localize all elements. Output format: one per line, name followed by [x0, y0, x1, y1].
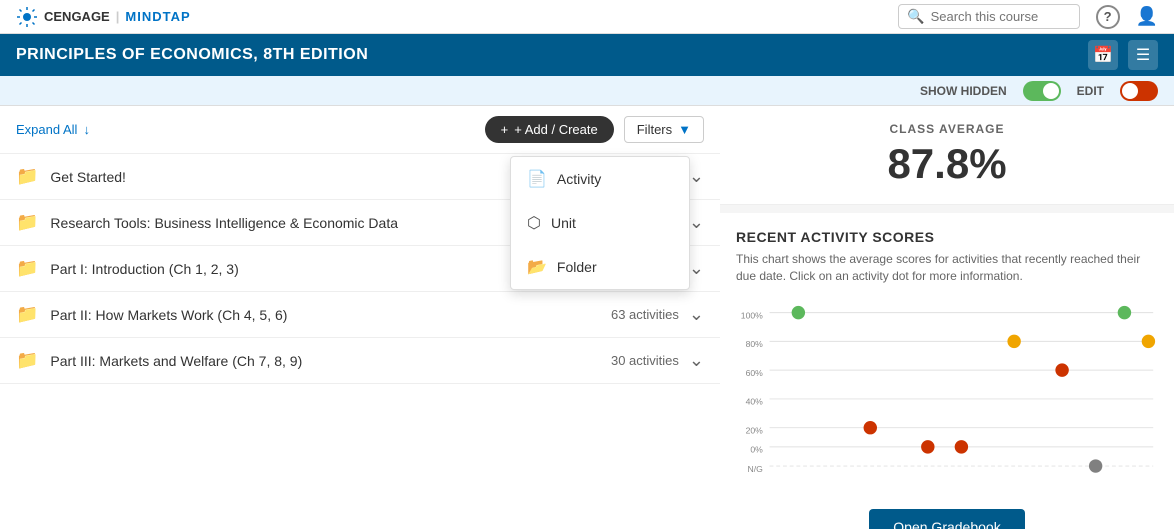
dot-8[interactable] [1118, 305, 1131, 318]
dot-2[interactable] [864, 421, 877, 434]
item-name: Part III: Markets and Welfare (Ch 7, 8, … [50, 353, 611, 369]
folder-icon: 📁 [16, 350, 38, 371]
brand-area: CENGAGE | MINDTAP [16, 6, 191, 28]
nav-right: 🔍 ? 👤 [898, 4, 1158, 29]
filter-icon: ▼ [678, 122, 691, 137]
brand-separator: | [116, 9, 120, 24]
dot-3[interactable] [921, 440, 934, 453]
left-panel: Expand All ↓ + + Add / Create Filters ▼ … [0, 106, 720, 529]
folder-icon: 📁 [16, 166, 38, 187]
item-name: Part II: How Markets Work (Ch 4, 5, 6) [50, 307, 611, 323]
cengage-logo: CENGAGE | MINDTAP [16, 6, 191, 28]
svg-text:100%: 100% [741, 310, 763, 320]
list-icon: ☰ [1136, 45, 1150, 65]
dot-7[interactable] [1089, 459, 1102, 472]
folder-icon: 📁 [16, 212, 38, 233]
course-header: PRINCIPLES OF ECONOMICS, 8TH EDITION 📅 ☰ [0, 34, 1174, 76]
calendar-icon: 📅 [1093, 45, 1113, 65]
mindtap-text: MINDTAP [125, 9, 190, 24]
main-layout: Expand All ↓ + + Add / Create Filters ▼ … [0, 106, 1174, 529]
cengage-icon [16, 6, 38, 28]
show-hidden-label: SHOW HIDDEN [920, 84, 1007, 98]
course-title: PRINCIPLES OF ECONOMICS, 8TH EDITION [16, 46, 368, 64]
class-avg-label: CLASS AVERAGE [736, 122, 1158, 136]
recent-scores-title: RECENT ACTIVITY SCORES [736, 229, 1158, 245]
chevron-icon: ⌄ [689, 350, 704, 371]
svg-text:0%: 0% [750, 444, 763, 454]
dot-1[interactable] [792, 305, 805, 318]
chevron-icon: ⌄ [689, 304, 704, 325]
add-filters-area: + + Add / Create Filters ▼ [485, 116, 704, 143]
list-button[interactable]: ☰ [1128, 40, 1158, 70]
chevron-icon: ⌄ [689, 258, 704, 279]
header-icons: 📅 ☰ [1088, 40, 1158, 70]
toolbar: Expand All ↓ + + Add / Create Filters ▼ [0, 106, 720, 154]
search-box[interactable]: 🔍 [898, 4, 1079, 29]
unit-icon: ⬡ [527, 213, 541, 233]
expand-all-text: Expand All [16, 122, 77, 137]
filters-button[interactable]: Filters ▼ [624, 116, 704, 143]
recent-scores-desc: This chart shows the average scores for … [736, 251, 1158, 285]
chart-area: 100% 80% 60% 40% 20% 0% N/G [736, 297, 1158, 497]
dot-5[interactable] [1007, 334, 1020, 347]
dropdown-folder[interactable]: 📂 Folder [511, 245, 689, 289]
show-hidden-toggle[interactable] [1023, 81, 1061, 101]
chevron-icon: ⌄ [689, 166, 704, 187]
folder-create-icon: 📂 [527, 257, 547, 277]
expand-all-button[interactable]: Expand All ↓ [16, 122, 90, 137]
course-item-part2[interactable]: 📁 Part II: How Markets Work (Ch 4, 5, 6)… [0, 292, 720, 338]
controls-bar: SHOW HIDDEN EDIT [0, 76, 1174, 106]
filters-label: Filters [637, 122, 672, 137]
class-avg-card: CLASS AVERAGE 87.8% [720, 106, 1174, 205]
folder-icon: 📁 [16, 304, 38, 325]
folder-label: Folder [557, 259, 597, 275]
edit-label: EDIT [1077, 84, 1104, 98]
dropdown-activity[interactable]: 📄 Activity [511, 157, 689, 201]
item-count: 30 activities [611, 353, 679, 368]
user-icon[interactable]: 👤 [1136, 6, 1158, 27]
add-create-button[interactable]: + + Add / Create [485, 116, 614, 143]
plus-icon: + [501, 122, 509, 137]
search-input[interactable] [931, 9, 1071, 24]
add-create-label: + Add / Create [514, 122, 597, 137]
dot-9[interactable] [1142, 334, 1155, 347]
add-create-dropdown: 📄 Activity ⬡ Unit 📂 Folder [510, 156, 690, 290]
activity-label: Activity [557, 171, 601, 187]
search-icon: 🔍 [907, 8, 924, 25]
right-panel: CLASS AVERAGE 87.8% RECENT ACTIVITY SCOR… [720, 106, 1174, 529]
recent-scores-card: RECENT ACTIVITY SCORES This chart shows … [720, 213, 1174, 529]
class-avg-value: 87.8% [736, 140, 1158, 188]
activity-scores-chart: 100% 80% 60% 40% 20% 0% N/G [736, 297, 1158, 497]
folder-icon: 📁 [16, 258, 38, 279]
cengage-text: CENGAGE [44, 9, 110, 24]
help-icon[interactable]: ? [1096, 5, 1120, 29]
course-item-part3[interactable]: 📁 Part III: Markets and Welfare (Ch 7, 8… [0, 338, 720, 384]
svg-text:N/G: N/G [748, 463, 764, 473]
calendar-button[interactable]: 📅 [1088, 40, 1118, 70]
svg-text:40%: 40% [746, 396, 764, 406]
dropdown-unit[interactable]: ⬡ Unit [511, 201, 689, 245]
down-arrow-icon: ↓ [83, 122, 90, 137]
open-gradebook-button[interactable]: Open Gradebook [869, 509, 1024, 529]
top-nav: CENGAGE | MINDTAP 🔍 ? 👤 [0, 0, 1174, 34]
svg-text:60%: 60% [746, 367, 764, 377]
edit-toggle[interactable] [1120, 81, 1158, 101]
unit-label: Unit [551, 215, 576, 231]
activity-icon: 📄 [527, 169, 547, 189]
svg-text:80%: 80% [746, 339, 764, 349]
dot-6[interactable] [1055, 363, 1068, 376]
svg-text:20%: 20% [746, 425, 764, 435]
item-count: 63 activities [611, 307, 679, 322]
chevron-icon: ⌄ [689, 212, 704, 233]
dot-4[interactable] [955, 440, 968, 453]
